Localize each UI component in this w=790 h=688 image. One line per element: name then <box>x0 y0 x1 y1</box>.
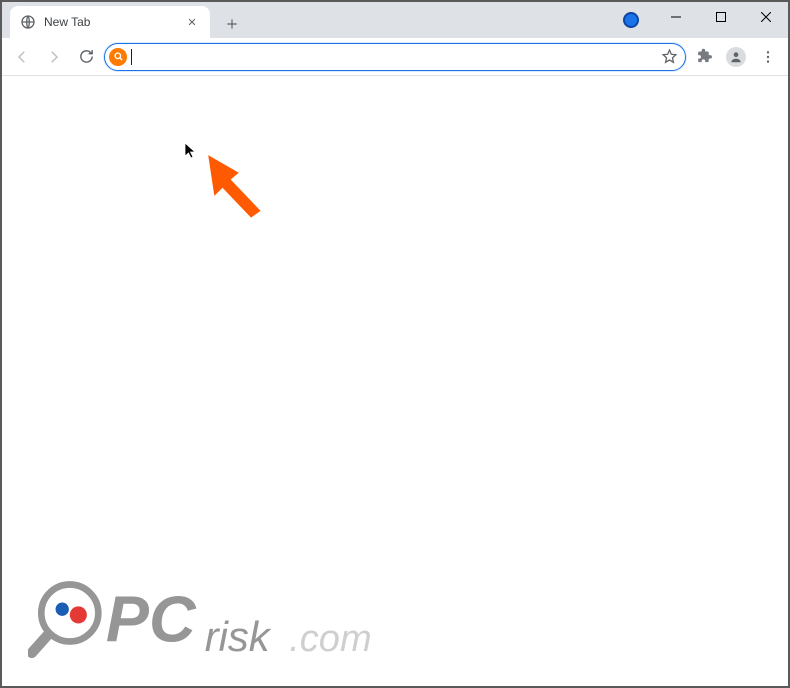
tab-title: New Tab <box>44 15 176 29</box>
reload-button[interactable] <box>72 43 100 71</box>
globe-icon <box>20 14 36 30</box>
logo-dotcom-text: .com <box>289 618 371 660</box>
logo-risk-text: risk <box>205 613 272 660</box>
pcrisk-logo: PC risk .com <box>28 575 408 670</box>
page-content: PC risk .com <box>2 76 788 686</box>
back-button[interactable] <box>8 43 36 71</box>
window-controls <box>653 2 788 38</box>
close-window-button[interactable] <box>743 2 788 32</box>
logo-pc-text: PC <box>106 584 197 656</box>
window-status-area <box>623 2 653 38</box>
close-tab-button[interactable] <box>184 14 200 30</box>
status-indicator-icon <box>623 12 639 28</box>
address-bar[interactable] <box>104 43 686 71</box>
search-engine-icon <box>109 48 127 66</box>
bookmark-star-icon[interactable] <box>659 47 679 67</box>
minimize-button[interactable] <box>653 2 698 32</box>
avatar-icon <box>726 47 746 67</box>
browser-tab[interactable]: New Tab <box>10 6 210 38</box>
forward-button[interactable] <box>40 43 68 71</box>
extensions-button[interactable] <box>690 43 718 71</box>
toolbar <box>2 38 788 76</box>
annotation-arrow-icon <box>198 151 266 219</box>
profile-button[interactable] <box>722 43 750 71</box>
titlebar: New Tab <box>2 2 788 38</box>
svg-text:PC: PC <box>106 584 197 656</box>
menu-button[interactable] <box>754 43 782 71</box>
mouse-cursor-icon <box>184 142 198 160</box>
new-tab-button[interactable] <box>218 10 246 38</box>
url-input[interactable] <box>138 45 653 69</box>
svg-text:risk: risk <box>205 613 272 660</box>
maximize-button[interactable] <box>698 2 743 32</box>
svg-text:.com: .com <box>289 618 371 660</box>
tab-strip: New Tab <box>2 2 623 38</box>
text-caret <box>131 49 132 65</box>
